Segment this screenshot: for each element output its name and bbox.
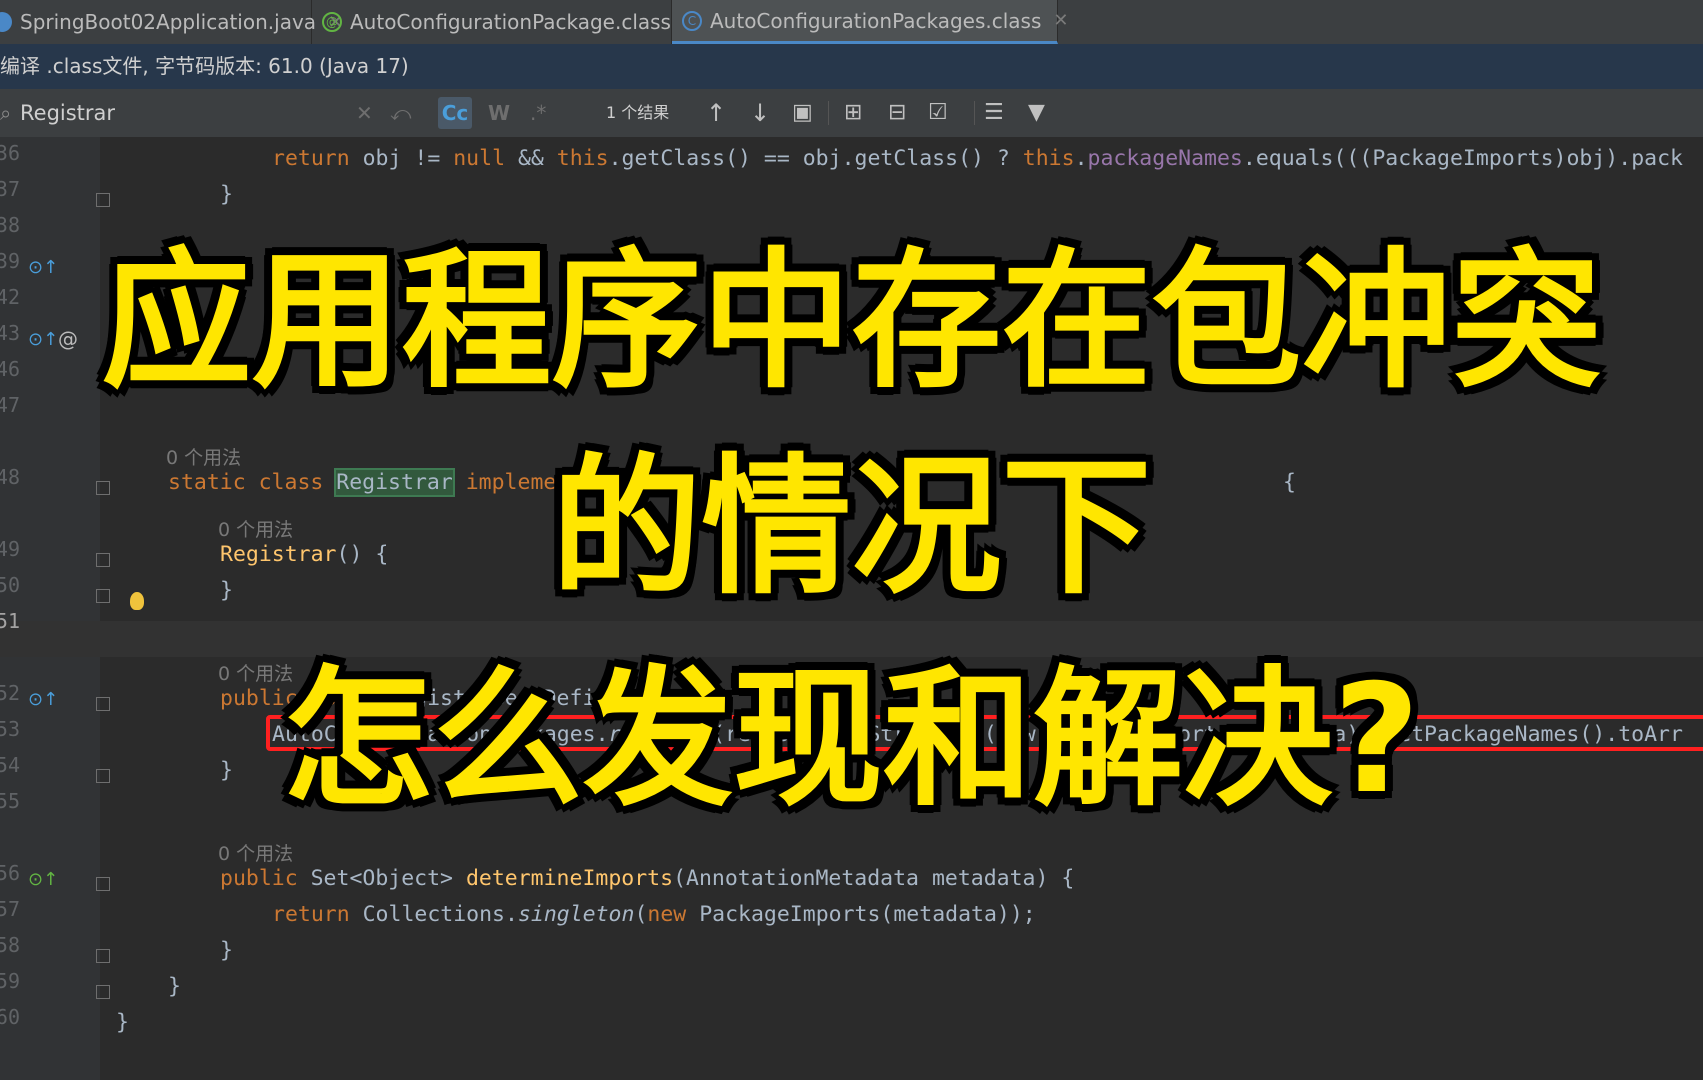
- fold-icon[interactable]: [96, 985, 110, 999]
- overlay-title-line2: 的情况下: [551, 441, 1152, 615]
- code-line: }: [220, 182, 233, 207]
- code-line: }: [220, 938, 233, 963]
- result-count: 1 个结果: [606, 103, 670, 122]
- previous-occurrence-icon[interactable]: ↑: [706, 89, 726, 137]
- overlay-title-line3: 怎么发现和解决?: [282, 653, 1420, 827]
- add-selection-icon[interactable]: ⊞: [844, 89, 862, 137]
- tab-label: AutoConfigurationPackages.class: [710, 8, 1042, 33]
- remove-selection-icon[interactable]: ⊟: [888, 89, 906, 137]
- annotation-icon: @: [322, 12, 342, 32]
- find-bar: ⌕ Registrar ✕ ⤺ Cc W .* 1 个结果 ↑ ↓ ▣ ⊞ ⊟ …: [0, 89, 1703, 138]
- toolbar-divider: [974, 101, 975, 125]
- whole-words-toggle[interactable]: W: [488, 89, 510, 137]
- fold-icon[interactable]: [96, 877, 110, 891]
- select-all-occurrences-icon[interactable]: ▣: [792, 89, 813, 137]
- search-input[interactable]: Registrar: [20, 89, 115, 137]
- filter-icon[interactable]: ▼: [1028, 89, 1045, 137]
- line-number: 56: [0, 861, 20, 885]
- line-number: 37: [0, 177, 20, 201]
- code-line: public Set<Object> determineImports(Anno…: [220, 866, 1075, 891]
- line-number: 60: [0, 1005, 20, 1029]
- fold-icon[interactable]: [96, 949, 110, 963]
- implements-icon[interactable]: ⊙↑: [28, 869, 58, 890]
- code-line: }: [116, 1010, 129, 1035]
- java-class-icon: [0, 12, 12, 32]
- tab-label: AutoConfigurationPackage.class: [350, 10, 671, 34]
- line-number: 58: [0, 933, 20, 957]
- line-number: 59: [0, 969, 20, 993]
- tab-autoconfigurationpackage[interactable]: @ AutoConfigurationPackage.class ✕: [312, 0, 698, 44]
- fold-icon[interactable]: [96, 193, 110, 207]
- toolbar-divider: [828, 101, 829, 125]
- regex-toggle[interactable]: .*: [530, 89, 546, 137]
- tab-springboot02application[interactable]: SpringBoot02Application.java ✕: [0, 0, 343, 44]
- tab-label: SpringBoot02Application.java: [20, 10, 317, 34]
- decompiled-info-text: 反编译 .class文件, 字节码版本: 61.0 (Java 17): [0, 54, 409, 78]
- code-line: return Collections.singleton(new Package…: [272, 902, 1036, 927]
- line-number: 57: [0, 897, 20, 921]
- clear-search-icon[interactable]: ✕: [356, 89, 373, 137]
- line-number: 36: [0, 141, 20, 165]
- class-icon: C: [682, 10, 702, 31]
- tab-autoconfigurationpackages[interactable]: C AutoConfigurationPackages.class ✕: [672, 0, 1069, 44]
- match-case-toggle[interactable]: Cc: [438, 97, 472, 129]
- toggle-selection-icon[interactable]: ☑: [928, 89, 948, 137]
- search-icon: ⌕: [0, 101, 12, 125]
- next-occurrence-icon[interactable]: ↓: [750, 89, 770, 137]
- code-line: return obj != null && this.getClass() ==…: [272, 146, 1683, 171]
- code-line: }: [168, 974, 181, 999]
- close-icon[interactable]: ✕: [1053, 10, 1068, 31]
- filter-settings-icon[interactable]: ☰: [984, 89, 1004, 137]
- overlay-title-line1: 应用程序中存在包冲突: [101, 235, 1602, 409]
- editor-tab-bar: SpringBoot02Application.java ✕ @ AutoCon…: [0, 0, 1703, 44]
- decompiled-info-bar: 反编译 .class文件, 字节码版本: 61.0 (Java 17): [0, 44, 1703, 89]
- new-line-icon[interactable]: ⤺: [390, 89, 411, 137]
